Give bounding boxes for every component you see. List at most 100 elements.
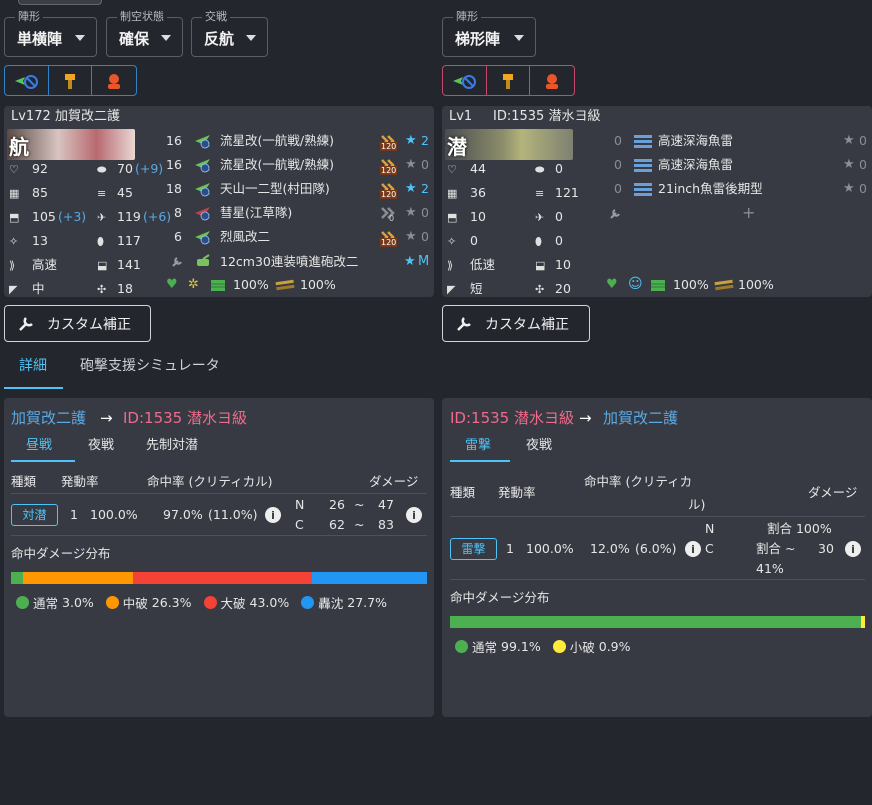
legend-item: 通常 3.0% xyxy=(16,593,94,612)
target-name: 加賀改二護 xyxy=(603,409,679,427)
enemy-custom-correction-button[interactable]: カスタム補正 xyxy=(442,305,590,342)
normal-tilde: ~ xyxy=(354,497,365,512)
proficiency-value: 0 xyxy=(389,214,395,223)
tab-night-battle[interactable]: 夜戦 xyxy=(88,437,114,455)
wrench-icon xyxy=(457,316,471,331)
plane-prohibit-icon xyxy=(15,74,39,89)
equipment-name[interactable]: 流星改(一航戦/熟練) xyxy=(220,157,334,173)
speed-icon: ⟫ xyxy=(9,259,16,272)
slot-count: 16 xyxy=(166,133,182,148)
equipment-name[interactable]: 21inch魚雷後期型 xyxy=(658,181,763,197)
stat-value: 10 xyxy=(555,257,571,272)
stat-value: 119 xyxy=(117,209,141,224)
range-icon: ◤ xyxy=(9,283,18,296)
tab-detail-indicator xyxy=(4,387,63,389)
info-icon[interactable]: i xyxy=(845,541,861,557)
support-button[interactable] xyxy=(92,66,136,95)
no-aircraft-button[interactable] xyxy=(443,66,487,95)
stat-value: 85 xyxy=(32,185,48,200)
legend-label: 大破 xyxy=(220,596,246,611)
equipment-name[interactable]: 烈風改二 xyxy=(220,229,270,245)
hp-icon: ♡ xyxy=(447,163,457,176)
enemy-formation-select[interactable]: 陣形 梯形陣 xyxy=(442,10,536,57)
attack-rate: 100.0% xyxy=(526,541,574,556)
plane-icon xyxy=(194,204,214,222)
info-icon[interactable]: i xyxy=(406,507,422,523)
fuel-icon xyxy=(650,278,666,292)
equipment-name[interactable]: 高速深海魚雷 xyxy=(658,133,733,149)
improvement-level: 0 xyxy=(421,229,429,244)
equipment-name[interactable]: 彗星(江草隊) xyxy=(220,205,292,221)
attack-count: 1 xyxy=(70,507,78,522)
damage-distribution-legend: 通常 99.1% 小破 0.9% xyxy=(455,637,631,656)
tab-night-battle[interactable]: 夜戦 xyxy=(526,437,552,455)
engagement-select[interactable]: 交戦 反航 xyxy=(191,10,268,57)
tab-detail[interactable]: 詳細 xyxy=(19,357,47,375)
stat-value: 高速 xyxy=(32,257,58,272)
ship-banner[interactable]: 航 xyxy=(7,129,135,160)
tab-day-battle[interactable]: 昼戦 xyxy=(26,437,52,455)
ship-level: Lv172 xyxy=(11,109,51,124)
info-icon[interactable]: i xyxy=(685,541,701,557)
legend-item: 大破 43.0% xyxy=(203,593,289,612)
repair-button[interactable] xyxy=(49,66,93,95)
distribution-segment xyxy=(132,572,312,584)
stat-value: 121 xyxy=(555,185,579,200)
stat-value: 44 xyxy=(470,161,486,176)
air-state-select[interactable]: 制空状態 確保 xyxy=(106,10,183,57)
header-damage: ダメージ xyxy=(369,474,419,489)
star-icon: ★ xyxy=(843,157,855,172)
armor-icon: ⬬ xyxy=(535,163,545,176)
star-icon: ★ xyxy=(405,133,417,148)
legend-label: 小破 xyxy=(569,640,595,655)
attack-type-chip[interactable]: 対潜 xyxy=(11,504,58,526)
equipment-name[interactable]: 流星改(一航戦/熟練) xyxy=(220,133,334,149)
attack-type-chip[interactable]: 雷撃 xyxy=(450,538,497,560)
custom-correction-button[interactable]: カスタム補正 xyxy=(4,305,151,342)
info-icon[interactable]: i xyxy=(265,507,281,523)
equipment-name[interactable]: 天山一二型(村田隊) xyxy=(220,181,330,197)
ship-type-badge: 航 xyxy=(9,135,29,159)
los-icon: ⬓ xyxy=(97,259,108,272)
tab-torpedo[interactable]: 雷撃 xyxy=(465,437,491,455)
ship-banner[interactable]: 潜 xyxy=(445,129,573,160)
improvement-level: 0 xyxy=(859,157,867,172)
plane-prohibit-icon xyxy=(453,74,477,89)
wrench-icon xyxy=(608,207,622,221)
ex-slot-name[interactable]: 12cm30連装噴進砲改二 xyxy=(220,254,358,270)
tab-opening-asw[interactable]: 先制対潜 xyxy=(146,437,198,455)
damage-distribution-bar xyxy=(11,572,427,584)
damage-distribution-bar xyxy=(450,616,865,628)
legend-dot-icon xyxy=(105,596,119,609)
fuel-value: 100% xyxy=(673,277,709,292)
chevron-down-icon xyxy=(246,35,256,41)
asw-icon: ✈ xyxy=(97,211,107,224)
star-icon: ★ xyxy=(405,229,417,244)
no-aircraft-button[interactable] xyxy=(5,66,49,95)
tab-day-indicator xyxy=(11,460,75,462)
improvement-level: 0 xyxy=(421,205,429,220)
ammo-status-icon xyxy=(714,278,734,292)
stat-value: 18 xyxy=(117,281,133,296)
ship-name: ID:1535 潜水ヨ級 xyxy=(493,109,601,124)
fuel-value: 100% xyxy=(233,277,269,292)
torpedo-icon xyxy=(633,157,653,173)
tab-support-simulator[interactable]: 砲撃支援シミュレータ xyxy=(80,357,220,375)
legend-value: 99.1% xyxy=(501,639,541,654)
add-equipment-icon[interactable]: + xyxy=(742,205,755,221)
distribution-segment xyxy=(11,572,24,584)
stat-value: 70 xyxy=(117,161,133,176)
support-button[interactable] xyxy=(530,66,574,95)
repair-button[interactable] xyxy=(487,66,531,95)
legend-dot-icon xyxy=(552,640,566,653)
divider xyxy=(450,579,865,580)
legend-item: 中破 26.3% xyxy=(105,593,192,612)
divider xyxy=(11,493,427,494)
normal-min: 26 xyxy=(329,497,345,512)
equipment-name[interactable]: 高速深海魚雷 xyxy=(658,157,733,173)
legend-dot-icon xyxy=(203,596,217,609)
repair-icon xyxy=(503,73,513,89)
formation-select[interactable]: 陣形 単横陣 xyxy=(4,10,97,57)
legend-item: 轟沈 27.7% xyxy=(301,593,387,612)
legend-value: 3.0% xyxy=(62,595,94,610)
